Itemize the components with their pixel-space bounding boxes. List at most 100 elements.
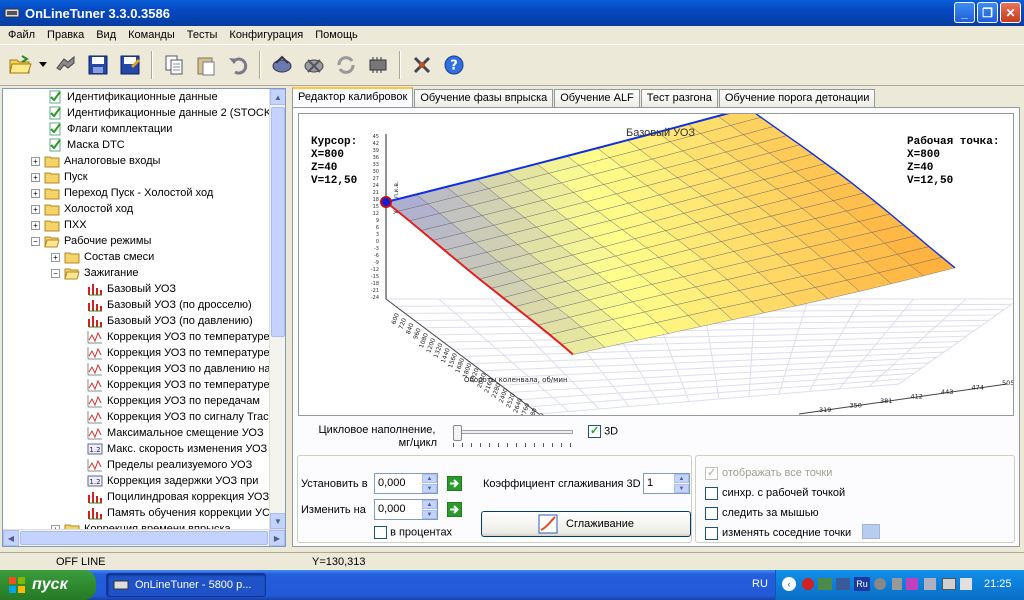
tree-item[interactable]: Коррекция УОЗ по сигналу Trac — [3, 409, 271, 425]
expand-icon[interactable]: + — [31, 204, 40, 214]
tray-pen-icon[interactable] — [924, 578, 936, 590]
tree-item[interactable]: Идентификационные данные — [3, 89, 271, 105]
expand-icon[interactable]: + — [51, 252, 60, 262]
undo-icon[interactable] — [224, 51, 252, 79]
option-checkbox[interactable]: синхр. с рабочей точкой — [705, 487, 845, 500]
tree-item[interactable]: 1.2 Макс. скорость изменения УОЗ — [3, 441, 271, 457]
tray-antivirus-icon[interactable] — [802, 578, 814, 590]
menu-edit[interactable]: Правка — [41, 29, 90, 41]
tree-item[interactable]: + Коррекция времени впрыска — [3, 521, 271, 529]
scroll-thumb[interactable] — [271, 107, 285, 337]
tree-item[interactable]: Коррекция УОЗ по температуре — [3, 345, 271, 361]
percent-checkbox-box[interactable] — [374, 526, 387, 539]
spin-down-arrow-icon[interactable]: ▼ — [674, 484, 689, 493]
menu-view[interactable]: Вид — [90, 29, 122, 41]
option-checkbox[interactable]: изменять соседние точки — [705, 527, 851, 540]
tree-horizontal-scrollbar[interactable]: ◀ ▶ — [3, 529, 285, 546]
close-button[interactable]: ✕ — [1000, 2, 1021, 23]
menu-help[interactable]: Помощь — [309, 29, 364, 41]
spin-up-arrow-icon[interactable]: ▲ — [422, 500, 437, 509]
fill-slider[interactable] — [453, 425, 573, 441]
tree-item[interactable]: + Аналоговые входы — [3, 153, 271, 169]
checkbox-3d[interactable]: 3D — [588, 424, 618, 438]
menu-commands[interactable]: Команды — [122, 29, 181, 41]
menu-configuration[interactable]: Конфигурация — [223, 29, 309, 41]
scroll-thumb[interactable] — [20, 531, 268, 545]
spin-down-arrow-icon[interactable]: ▼ — [422, 510, 437, 519]
dropdown-arrow-icon[interactable] — [38, 51, 48, 79]
refresh-icon[interactable] — [332, 51, 360, 79]
tree-item[interactable]: Маска DTC — [3, 137, 271, 153]
tab-knock-threshold[interactable]: Обучение порога детонации — [718, 89, 876, 108]
tree-item[interactable]: Максимальное смещение УОЗ — [3, 425, 271, 441]
tray-network-disconnected-icon[interactable] — [836, 578, 850, 590]
tree-item[interactable]: + Пуск — [3, 169, 271, 185]
tree-item[interactable]: Коррекция УОЗ по температуре — [3, 377, 271, 393]
tray-network-icon[interactable] — [818, 578, 832, 590]
tab-calibration-editor[interactable]: Редактор калибровок — [292, 87, 414, 108]
expand-icon[interactable]: + — [31, 172, 40, 182]
tree-item[interactable]: Флаги комплектации — [3, 121, 271, 137]
restore-button[interactable]: ❐ — [977, 2, 998, 23]
tab-alf[interactable]: Обучение ALF — [554, 89, 640, 108]
smoothing-coef-input[interactable]: 1 ▲ ▼ — [643, 473, 690, 494]
scroll-down-arrow-icon[interactable]: ▼ — [270, 513, 285, 529]
option-checkbox-box[interactable] — [705, 487, 718, 500]
paste-icon[interactable] — [192, 51, 220, 79]
tab-acceleration-test[interactable]: Тест разгона — [640, 89, 718, 108]
language-indicator[interactable]: RU — [752, 578, 768, 590]
tray-app-icon[interactable] — [906, 578, 918, 590]
spin-up-arrow-icon[interactable]: ▲ — [422, 474, 437, 483]
apply-set-button[interactable] — [446, 475, 463, 492]
tree-item[interactable]: Поцилиндровая коррекция УОЗ — [3, 489, 271, 505]
percent-checkbox[interactable]: в процентах — [374, 526, 452, 539]
help-icon[interactable]: ? — [440, 51, 468, 79]
spin-down-arrow-icon[interactable]: ▼ — [422, 484, 437, 493]
expand-icon[interactable]: + — [31, 188, 40, 198]
tree-item[interactable]: Пределы реализуемого УОЗ — [3, 457, 271, 473]
menu-tests[interactable]: Тесты — [181, 29, 224, 41]
save-as-icon[interactable] — [116, 51, 144, 79]
scroll-left-arrow-icon[interactable]: ◀ — [3, 530, 19, 546]
save-icon[interactable] — [84, 51, 112, 79]
option-checkbox[interactable]: следить за мышью — [705, 507, 819, 520]
spin-up-arrow-icon[interactable]: ▲ — [674, 474, 689, 483]
tray-ru-icon[interactable]: Ru — [854, 577, 870, 591]
tree-item[interactable]: Коррекция УОЗ по передачам — [3, 393, 271, 409]
tree-item[interactable]: Базовый УОЗ (по дросселю) — [3, 297, 271, 313]
scroll-right-arrow-icon[interactable]: ▶ — [269, 530, 285, 546]
surface-chart[interactable]: 45 42 39 36 33 30 27 24 21 18 15 12 9 6 3 0 -3 -6 -9 -12 -15… — [298, 113, 1014, 416]
scroll-up-arrow-icon[interactable]: ▲ — [270, 89, 285, 105]
collapse-icon[interactable]: − — [31, 236, 40, 246]
slider-knob[interactable] — [453, 425, 462, 441]
tray-device-icon[interactable] — [892, 578, 902, 590]
expand-icon[interactable]: + — [31, 156, 40, 166]
tree-item[interactable]: Базовый УОЗ — [3, 281, 271, 297]
clock[interactable]: 21:25 — [984, 578, 1012, 590]
calibration-tree[interactable]: Идентификационные данные Идентификационны… — [2, 88, 286, 547]
option-checkbox-box[interactable] — [705, 527, 718, 540]
tray-expand-icon[interactable]: ‹ — [782, 577, 796, 591]
tree-item[interactable]: 1.2 Коррекция задержки УОЗ при — [3, 473, 271, 489]
start-button[interactable]: пуск — [0, 570, 96, 600]
taskbar-app-onlinetuner[interactable]: OnLineTuner - 5800 р... — [106, 573, 266, 597]
read-ecu-icon[interactable] — [268, 51, 296, 79]
settings-icon[interactable] — [408, 51, 436, 79]
tree-item[interactable]: Коррекция УОЗ по давлению на — [3, 361, 271, 377]
tree-item[interactable]: + Переход Пуск - Холостой ход — [3, 185, 271, 201]
change-value-input[interactable]: 0,000 ▲ ▼ — [374, 499, 438, 520]
tree-item[interactable]: Коррекция УОЗ по температуре — [3, 329, 271, 345]
collapse-icon[interactable]: − — [51, 268, 60, 278]
color-swatch[interactable] — [862, 524, 880, 539]
expand-icon[interactable]: + — [31, 220, 40, 230]
connect-icon[interactable] — [52, 51, 80, 79]
tray-volume-icon[interactable] — [960, 578, 972, 590]
tree-item[interactable]: − Рабочие режимы — [3, 233, 271, 249]
open-folder-icon[interactable] — [6, 51, 34, 79]
chip-icon[interactable] — [364, 51, 392, 79]
option-checkbox-box[interactable] — [705, 507, 718, 520]
tree-item[interactable]: + ПХХ — [3, 217, 271, 233]
tree-item[interactable]: Память обучения коррекции УС — [3, 505, 271, 521]
tab-injection-phase[interactable]: Обучение фазы впрыска — [414, 89, 554, 108]
apply-change-button[interactable] — [446, 501, 463, 518]
